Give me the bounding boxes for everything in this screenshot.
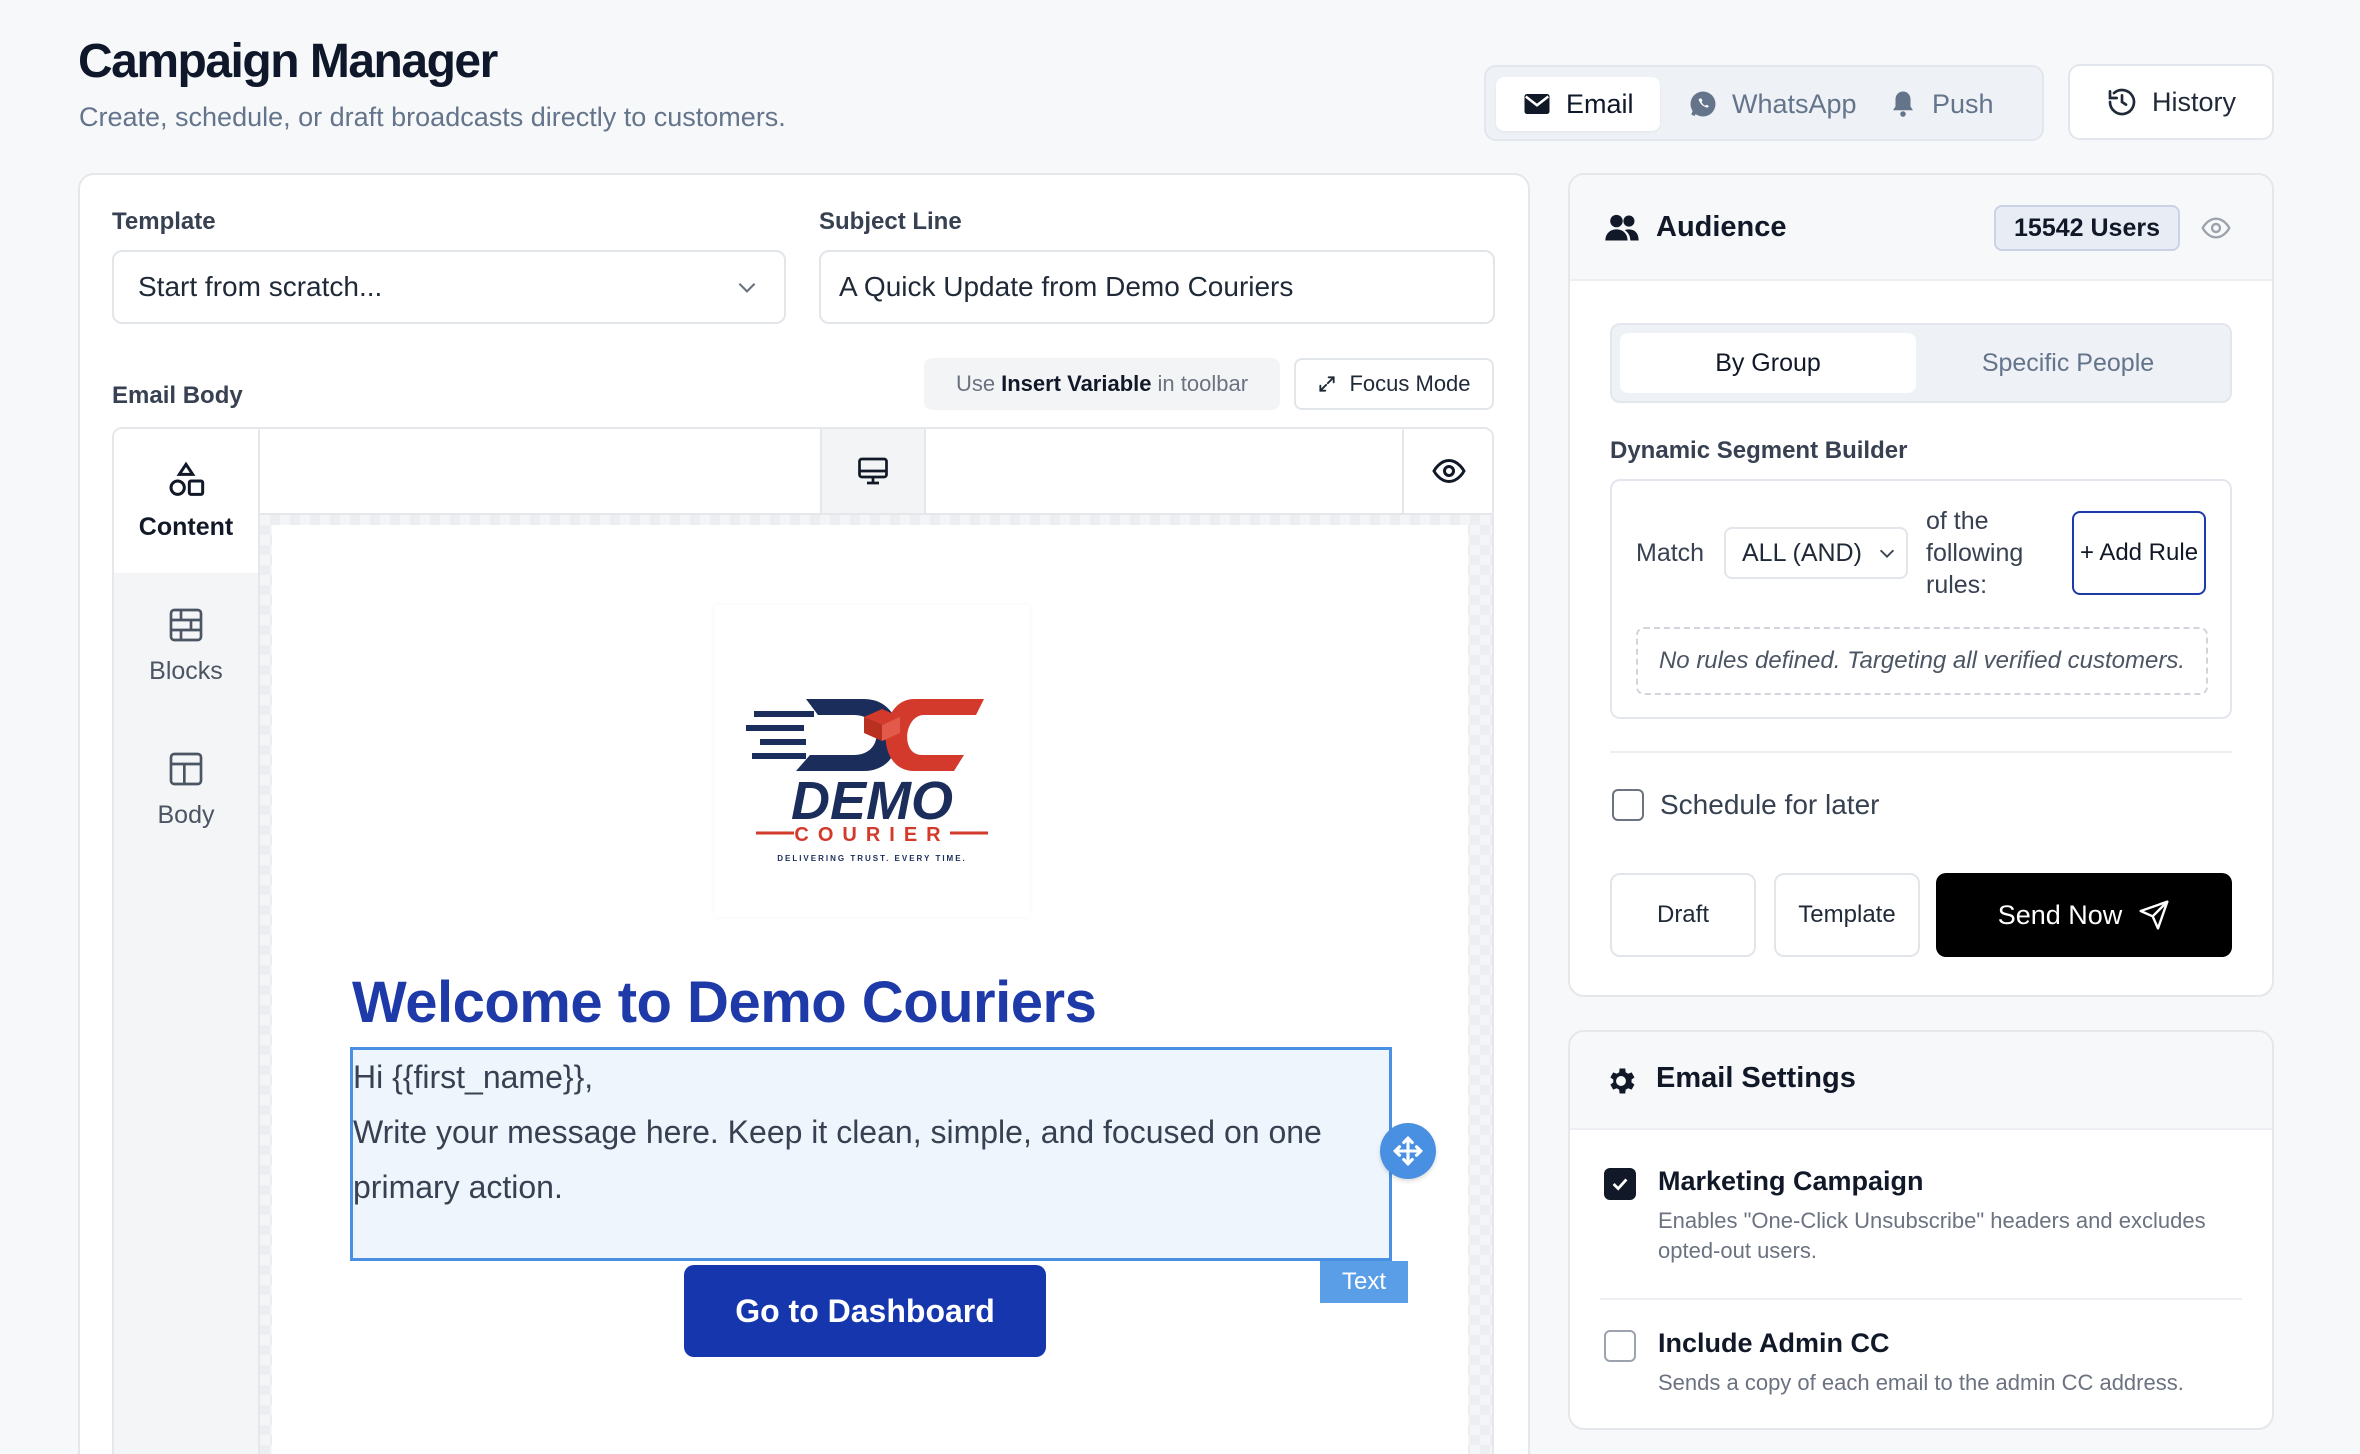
tab-specific-people[interactable]: Specific People: [1920, 333, 2216, 393]
side-tab-label: Body: [157, 800, 215, 829]
email-preview: DEMO COURIER DELIVERING TRUST. EVERY TIM…: [272, 525, 1468, 1454]
side-tab-label: Blocks: [149, 656, 223, 685]
mail-icon: [1524, 94, 1550, 114]
email-greeting: Hi {{first_name}},: [353, 1059, 594, 1095]
email-body-label: Email Body: [112, 382, 243, 409]
logo-sub-text: COURIER: [794, 824, 949, 846]
admin-cc-title: Include Admin CC: [1658, 1328, 1890, 1358]
channel-tab-label: WhatsApp: [1732, 88, 1857, 119]
bell-icon: [1893, 91, 1913, 117]
template-select[interactable]: Start from scratch...: [112, 250, 786, 324]
email-editor: Content Blocks Body DEMO COURIER DELIVER…: [112, 427, 1494, 1454]
editor-side-panel: Content Blocks Body: [114, 429, 260, 1454]
match-label: Match: [1636, 539, 1705, 567]
hint-bold: Insert Variable: [1001, 371, 1152, 396]
chevron-down-icon: [738, 282, 756, 293]
users-count-badge: 15542 Users: [1994, 205, 2180, 251]
side-tab-content[interactable]: Content: [114, 429, 258, 573]
preview-button[interactable]: [1402, 429, 1492, 513]
match-select-value: ALL (AND): [1742, 538, 1862, 567]
desktop-preview-button[interactable]: [820, 429, 926, 513]
schedule-checkbox[interactable]: [1612, 789, 1644, 821]
editor-toolbar: [260, 429, 1492, 515]
channel-tab-push[interactable]: Push: [1862, 77, 2020, 131]
audience-title: Audience: [1656, 211, 1787, 243]
channel-tab-email[interactable]: Email: [1496, 77, 1660, 131]
admin-cc-checkbox[interactable]: [1604, 1330, 1636, 1362]
send-icon: [2139, 900, 2169, 930]
rules-box: Match ALL (AND) of the following rules: …: [1610, 479, 2232, 719]
email-body-text: Write your message here. Keep it clean, …: [353, 1114, 1322, 1205]
segment-builder-label: Dynamic Segment Builder: [1610, 437, 1908, 464]
draft-button[interactable]: Draft: [1610, 873, 1756, 957]
marketing-campaign-desc: Enables "One-Click Unsubscribe" headers …: [1658, 1208, 2206, 1263]
shapes-icon: [169, 461, 205, 496]
insert-variable-hint: Use Insert Variable in toolbar: [924, 358, 1280, 410]
match-select[interactable]: ALL (AND): [1724, 527, 1908, 579]
check-icon: [1612, 1178, 1628, 1191]
subject-input[interactable]: A Quick Update from Demo Couriers: [819, 250, 1495, 324]
channel-tab-label: Email: [1566, 88, 1634, 119]
send-now-button[interactable]: Send Now: [1936, 873, 2232, 957]
tab-by-group[interactable]: By Group: [1620, 333, 1916, 393]
email-heading[interactable]: Welcome to Demo Couriers: [352, 969, 1097, 1036]
schedule-label: Schedule for later: [1660, 789, 1880, 820]
template-label: Template: [112, 208, 216, 235]
eye-icon[interactable]: [2200, 212, 2232, 244]
logo-main-text: DEMO: [791, 771, 953, 831]
side-tab-body[interactable]: Body: [114, 717, 258, 861]
add-rule-button[interactable]: + Add Rule: [2072, 511, 2206, 595]
no-rules-message: No rules defined. Targeting all verified…: [1636, 627, 2208, 695]
selected-text-block[interactable]: Hi {{first_name}}, Write your message he…: [350, 1047, 1392, 1261]
audience-card: Audience 15542 Users By Group Specific P…: [1568, 173, 2274, 997]
audience-tabs: By Group Specific People: [1610, 323, 2232, 403]
side-tab-blocks[interactable]: Blocks: [114, 573, 258, 717]
page-title: Campaign Manager: [78, 35, 498, 88]
channel-switcher: Email WhatsApp Push: [1484, 65, 2044, 141]
history-label: History: [2151, 86, 2236, 117]
focus-mode-button[interactable]: Focus Mode: [1294, 358, 1494, 410]
template-select-value: Start from scratch...: [138, 271, 383, 302]
eye-icon: [1432, 458, 1466, 484]
save-template-button[interactable]: Template: [1774, 873, 1920, 957]
editor-canvas: DEMO COURIER DELIVERING TRUST. EVERY TIM…: [260, 515, 1492, 1454]
send-now-label: Send Now: [1997, 899, 2123, 930]
channel-tab-whatsapp[interactable]: WhatsApp: [1662, 77, 1883, 131]
move-handle[interactable]: [1380, 1123, 1436, 1179]
audience-header: Audience 15542 Users: [1570, 175, 2272, 281]
demo-courier-logo: DEMO COURIER DELIVERING TRUST. EVERY TIM…: [746, 699, 988, 863]
monitor-icon: [858, 457, 888, 485]
blocks-icon: [169, 608, 203, 641]
admin-cc-desc: Sends a copy of each email to the admin …: [1658, 1370, 2184, 1395]
users-icon: [1605, 214, 1639, 241]
cta-button[interactable]: Go to Dashboard: [684, 1265, 1046, 1357]
layout-icon: [169, 752, 203, 785]
email-settings-card: Email Settings Marketing Campaign Enable…: [1568, 1030, 2274, 1430]
whatsapp-icon: [1690, 91, 1716, 117]
subject-input-value: A Quick Update from Demo Couriers: [839, 271, 1294, 302]
logo-tagline: DELIVERING TRUST. EVERY TIME.: [777, 854, 967, 863]
page-subtitle: Create, schedule, or draft broadcasts di…: [79, 102, 786, 132]
divider: [1600, 1298, 2242, 1300]
rules-suffix: of the following rules:: [1926, 507, 2024, 599]
settings-title: Email Settings: [1656, 1062, 1856, 1094]
history-button[interactable]: History: [2068, 64, 2274, 140]
hint-suffix: in toolbar: [1157, 371, 1249, 396]
chevron-down-icon: [1879, 549, 1895, 558]
hint-prefix: Use: [955, 371, 996, 396]
move-icon: [1393, 1136, 1423, 1166]
block-type-tag: Text: [1320, 1261, 1408, 1303]
logo-block[interactable]: DEMO COURIER DELIVERING TRUST. EVERY TIM…: [714, 605, 1030, 917]
channel-tab-label: Push: [1932, 88, 1994, 119]
side-tab-label: Content: [138, 512, 234, 541]
expand-icon: [1319, 376, 1336, 392]
marketing-campaign-checkbox[interactable]: [1604, 1168, 1636, 1200]
divider: [1610, 751, 2232, 753]
gear-icon: [1610, 1068, 1635, 1094]
history-icon: [2108, 88, 2136, 116]
marketing-campaign-title: Marketing Campaign: [1658, 1166, 1924, 1196]
settings-header: Email Settings: [1570, 1032, 2272, 1130]
focus-mode-label: Focus Mode: [1349, 371, 1471, 396]
subject-label: Subject Line: [819, 208, 962, 235]
